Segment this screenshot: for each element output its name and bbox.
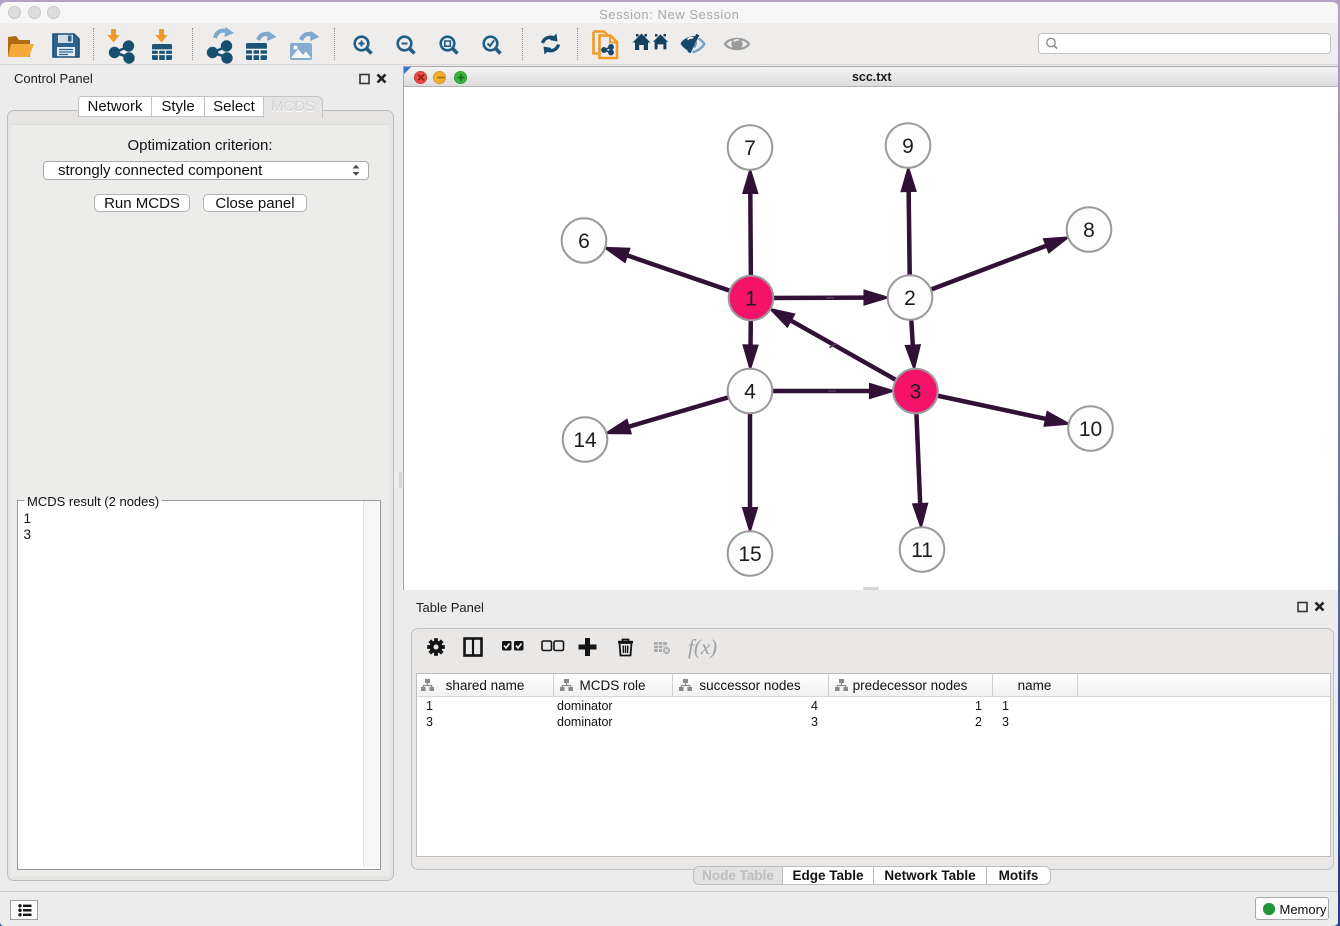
svg-text:9: 9 <box>902 135 914 158</box>
svg-text:3: 3 <box>910 381 922 404</box>
svg-text:1: 1 <box>745 288 757 311</box>
svg-text:8: 8 <box>1083 219 1095 242</box>
svg-text:14: 14 <box>573 429 597 452</box>
svg-text:11: 11 <box>911 539 933 562</box>
svg-text:4: 4 <box>744 381 756 404</box>
svg-text:10: 10 <box>1079 418 1102 441</box>
svg-text:f(x): f(x) <box>688 635 717 659</box>
svg-text:15: 15 <box>738 543 761 566</box>
svg-text:6: 6 <box>578 230 590 253</box>
svg-text:2: 2 <box>904 287 916 310</box>
svg-text:7: 7 <box>744 137 756 160</box>
